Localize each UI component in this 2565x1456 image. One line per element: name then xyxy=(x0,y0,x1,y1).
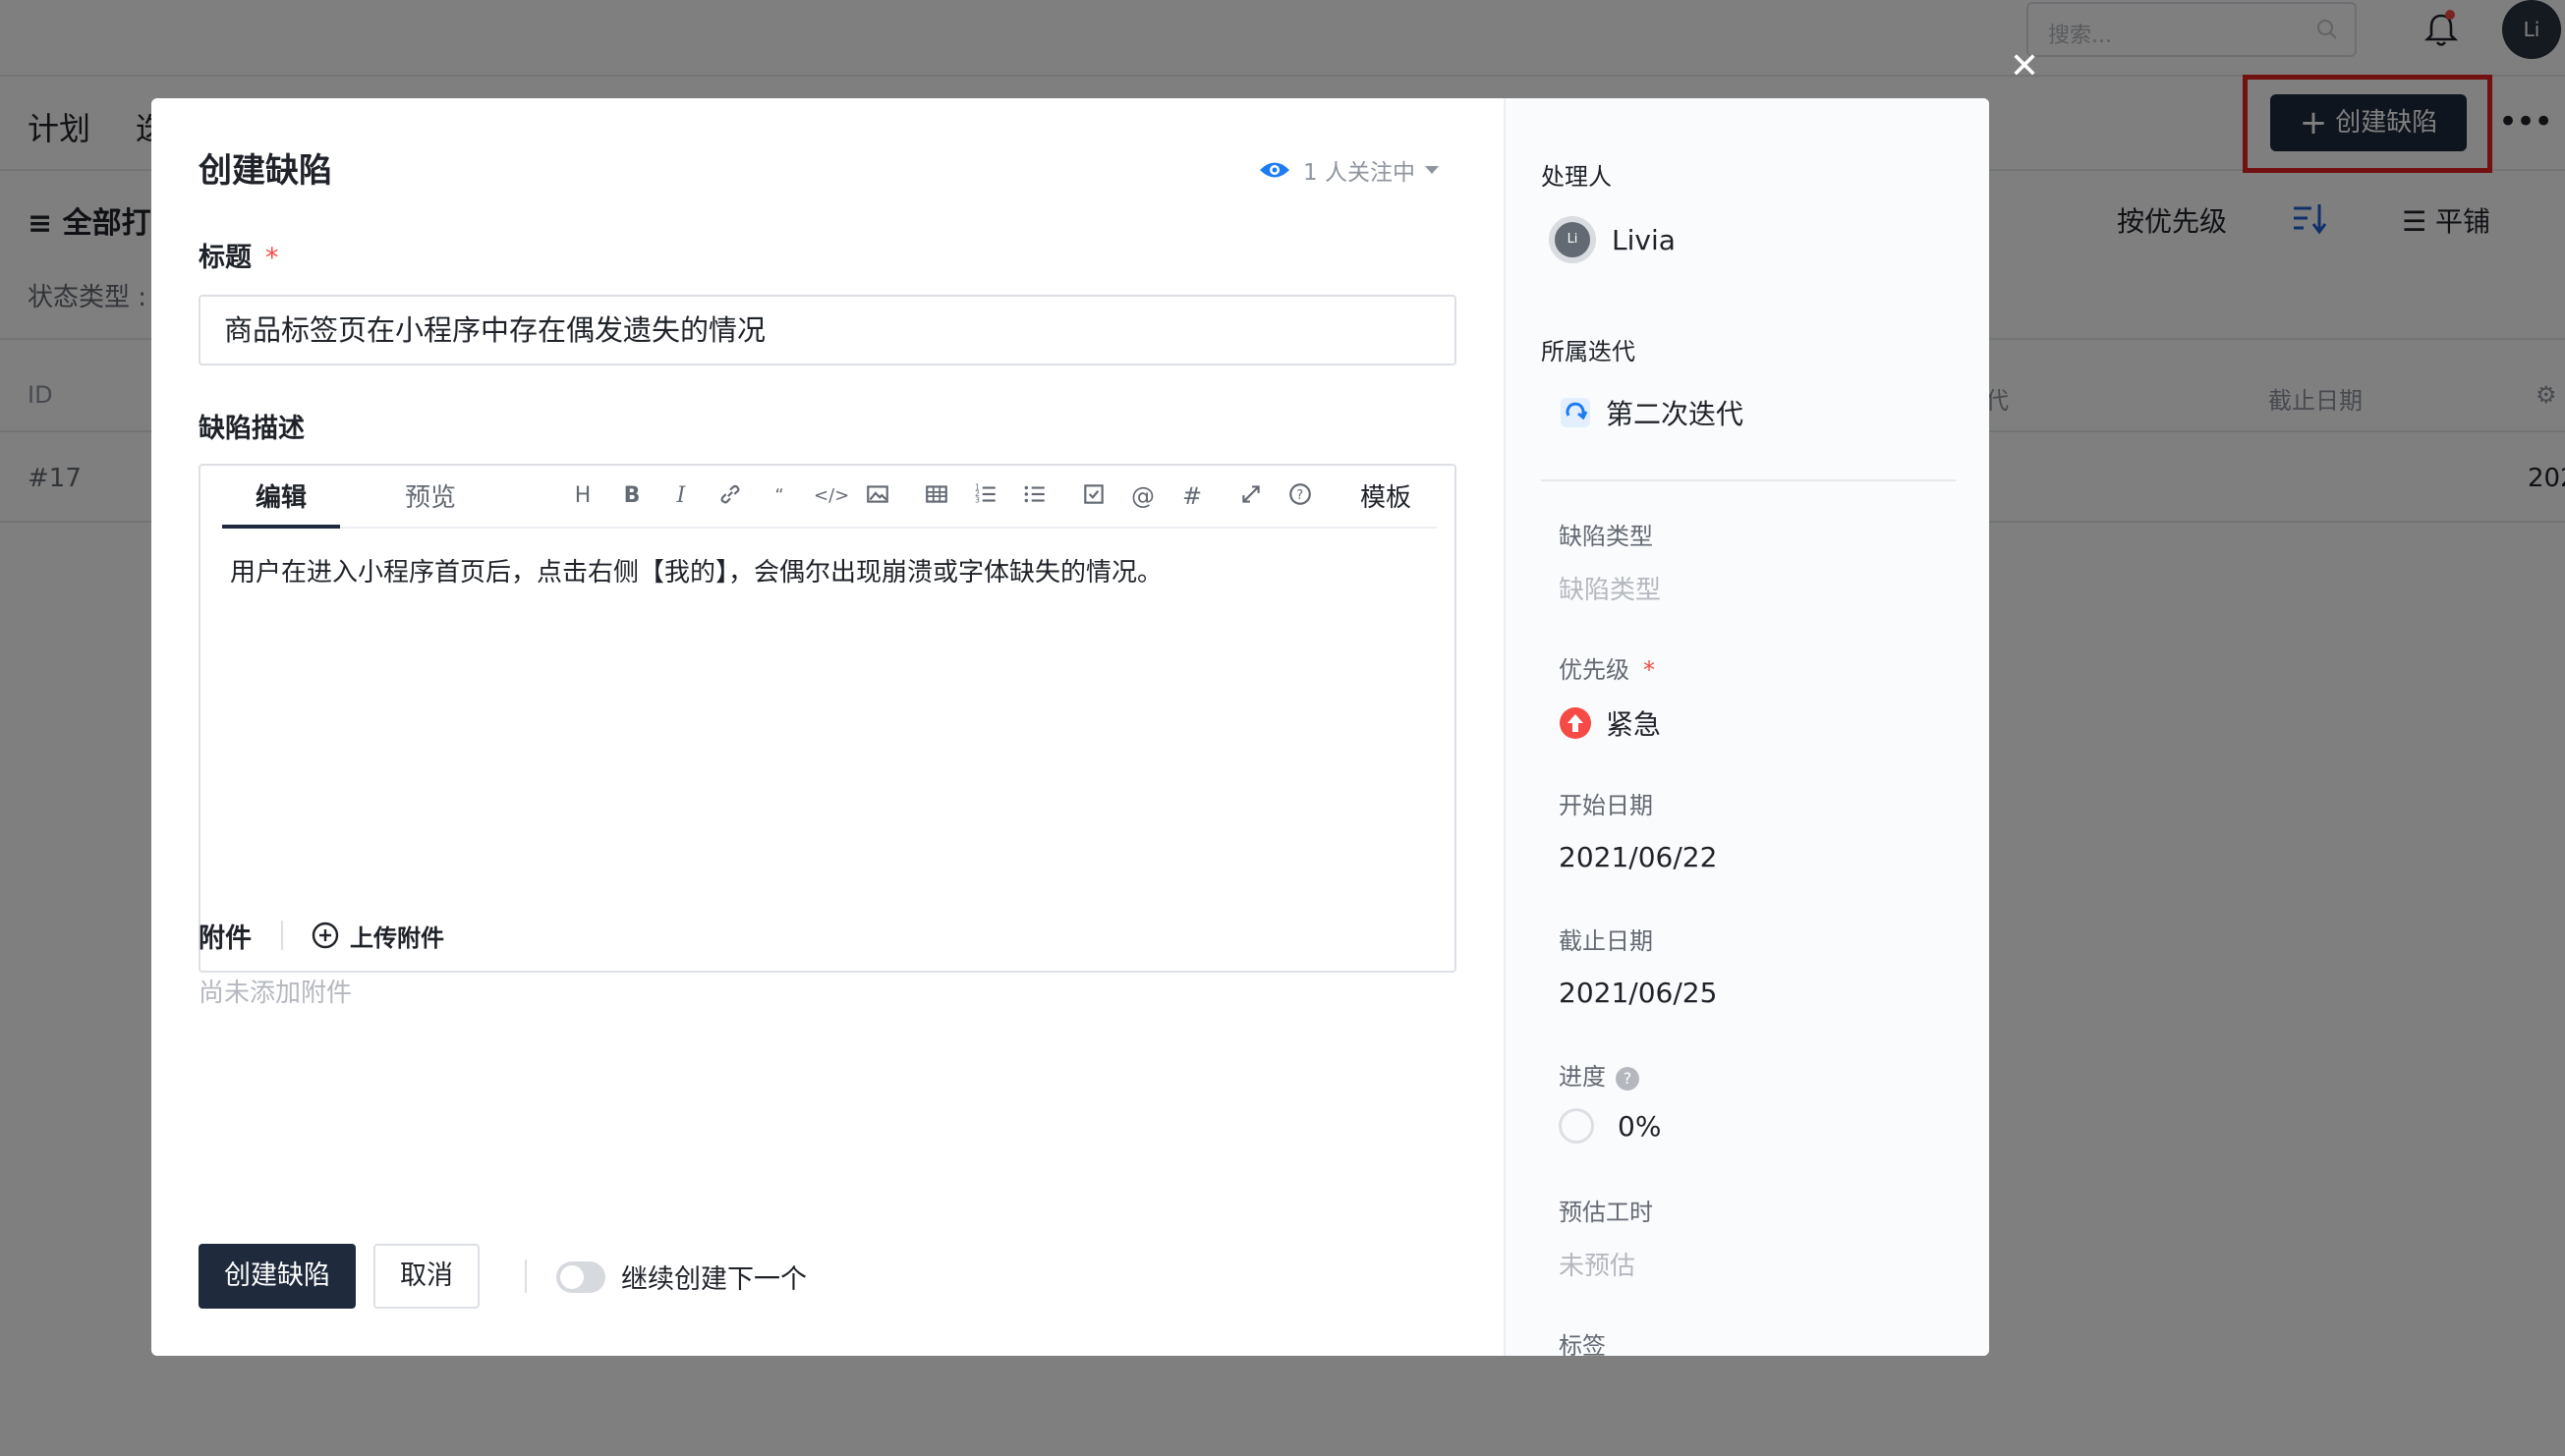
title-input[interactable]: 商品标签页在小程序中存在偶发遗失的情况 xyxy=(199,295,1456,365)
create-defect-button[interactable]: 创建缺陷 xyxy=(199,1244,356,1309)
priority-label: 优先级 * xyxy=(1559,650,1655,685)
continue-create-label: 继续创建下一个 xyxy=(621,1264,807,1295)
assignee-label: 处理人 xyxy=(1541,163,1612,191)
link-icon[interactable] xyxy=(715,481,745,511)
template-button[interactable]: 模板 xyxy=(1360,477,1411,514)
iteration-selector[interactable]: 第二次迭代 xyxy=(1559,393,1743,432)
tab-edit[interactable]: 编辑 xyxy=(222,477,340,529)
due-date-picker[interactable]: 2021/06/25 xyxy=(1559,977,1717,1009)
image-icon[interactable] xyxy=(863,481,892,511)
italic-icon[interactable]: I xyxy=(666,481,696,511)
start-date-label: 开始日期 xyxy=(1559,792,1653,819)
attachment-row: 附件 上传附件 xyxy=(199,916,444,955)
close-icon[interactable]: ✕ xyxy=(2007,49,2042,84)
svg-text:?: ? xyxy=(1296,488,1303,503)
upload-attachment-button[interactable]: 上传附件 xyxy=(311,919,444,953)
priority-label-text: 优先级 xyxy=(1559,656,1629,684)
modal-title: 创建缺陷 xyxy=(199,151,332,191)
divider xyxy=(1541,479,1956,481)
divider xyxy=(281,921,283,950)
progress-ring-icon xyxy=(1559,1108,1594,1144)
create-defect-modal: 创建缺陷 1 人关注中 标题 * 商品标签页在小程序中存在偶发遗失的情况 缺陷描述… xyxy=(151,98,1989,1356)
bullet-list-icon[interactable] xyxy=(1020,481,1050,511)
question-icon[interactable]: ? xyxy=(1616,1067,1639,1091)
fullscreen-icon[interactable] xyxy=(1236,481,1266,511)
editor-toolbar: 编辑 预览 H B I “ </> 123 @ # ? 模板 xyxy=(222,466,1437,529)
urgent-arrow-icon xyxy=(1560,707,1591,739)
priority-selector[interactable]: 紧急 xyxy=(1559,703,1661,743)
attachment-label: 附件 xyxy=(199,923,252,954)
required-mark: * xyxy=(265,243,279,273)
watchers-dropdown[interactable]: 1 人关注中 xyxy=(1258,153,1439,187)
svg-text:3: 3 xyxy=(975,496,980,505)
progress-value: 0% xyxy=(1618,1109,1662,1143)
checkbox-icon[interactable] xyxy=(1079,481,1109,511)
code-icon[interactable]: </> xyxy=(814,481,849,511)
start-date-picker[interactable]: 2021/06/22 xyxy=(1559,841,1717,873)
iteration-label: 所属迭代 xyxy=(1541,338,1635,365)
mention-icon[interactable]: @ xyxy=(1128,481,1158,511)
description-label: 缺陷描述 xyxy=(199,414,305,444)
progress-label: 进度? xyxy=(1559,1057,1639,1092)
iteration-icon xyxy=(1561,398,1590,427)
toggle-knob xyxy=(560,1265,584,1289)
quote-icon[interactable]: “ xyxy=(765,481,794,511)
progress-field[interactable]: 0% xyxy=(1559,1108,1661,1144)
required-mark: * xyxy=(1643,656,1655,684)
tags-label: 标签 xyxy=(1559,1332,1606,1356)
modal-main: 创建缺陷 1 人关注中 标题 * 商品标签页在小程序中存在偶发遗失的情况 缺陷描述… xyxy=(151,98,1504,1356)
defect-type-selector[interactable]: 缺陷类型 xyxy=(1559,570,1661,606)
assignee-selector[interactable]: Li Livia xyxy=(1549,216,1676,263)
help-icon[interactable]: ? xyxy=(1285,481,1315,511)
title-field-label: 标题 * xyxy=(199,236,279,274)
due-date-label: 截止日期 xyxy=(1559,927,1653,955)
start-date-value: 2021/06/22 xyxy=(1559,841,1718,873)
chevron-down-icon xyxy=(1424,166,1439,174)
upload-attachment-label: 上传附件 xyxy=(350,924,444,952)
estimate-label: 预估工时 xyxy=(1559,1199,1653,1226)
due-date-value: 2021/06/25 xyxy=(1559,977,1718,1009)
defect-type-label: 缺陷类型 xyxy=(1559,523,1653,550)
priority-value: 紧急 xyxy=(1606,708,1662,741)
bold-icon[interactable]: B xyxy=(617,481,647,511)
watchers-label: 1 人关注中 xyxy=(1303,160,1415,186)
continue-create-toggle[interactable] xyxy=(556,1261,605,1293)
plus-circle-icon xyxy=(312,922,339,949)
hashtag-icon[interactable]: # xyxy=(1177,481,1207,511)
editor-content[interactable]: 用户在进入小程序首页后，点击右侧【我的】，会偶尔出现崩溃或字体缺失的情况。 xyxy=(230,552,1163,588)
divider xyxy=(525,1260,527,1293)
title-label-text: 标题 xyxy=(199,243,252,273)
ordered-list-icon[interactable]: 123 xyxy=(971,481,1000,511)
avatar: Li xyxy=(1549,216,1596,263)
heading-icon[interactable]: H xyxy=(568,481,598,511)
description-editor[interactable]: 编辑 预览 H B I “ </> 123 @ # ? 模板 用户在进入小程序首… xyxy=(199,464,1456,973)
progress-label-text: 进度 xyxy=(1559,1063,1606,1091)
eye-icon xyxy=(1260,162,1289,178)
no-attachment-text: 尚未添加附件 xyxy=(199,979,353,1008)
assignee-name: Livia xyxy=(1612,223,1676,256)
properties-panel: 处理人 Li Livia 所属迭代 第二次迭代 缺陷类型 缺陷类型 优先级 * 紧… xyxy=(1504,98,1989,1356)
tab-preview[interactable]: 预览 xyxy=(405,477,456,529)
table-icon[interactable] xyxy=(922,481,951,511)
iteration-value: 第二次迭代 xyxy=(1606,398,1744,430)
estimate-field[interactable]: 未预估 xyxy=(1559,1246,1635,1282)
cancel-button[interactable]: 取消 xyxy=(373,1244,480,1309)
